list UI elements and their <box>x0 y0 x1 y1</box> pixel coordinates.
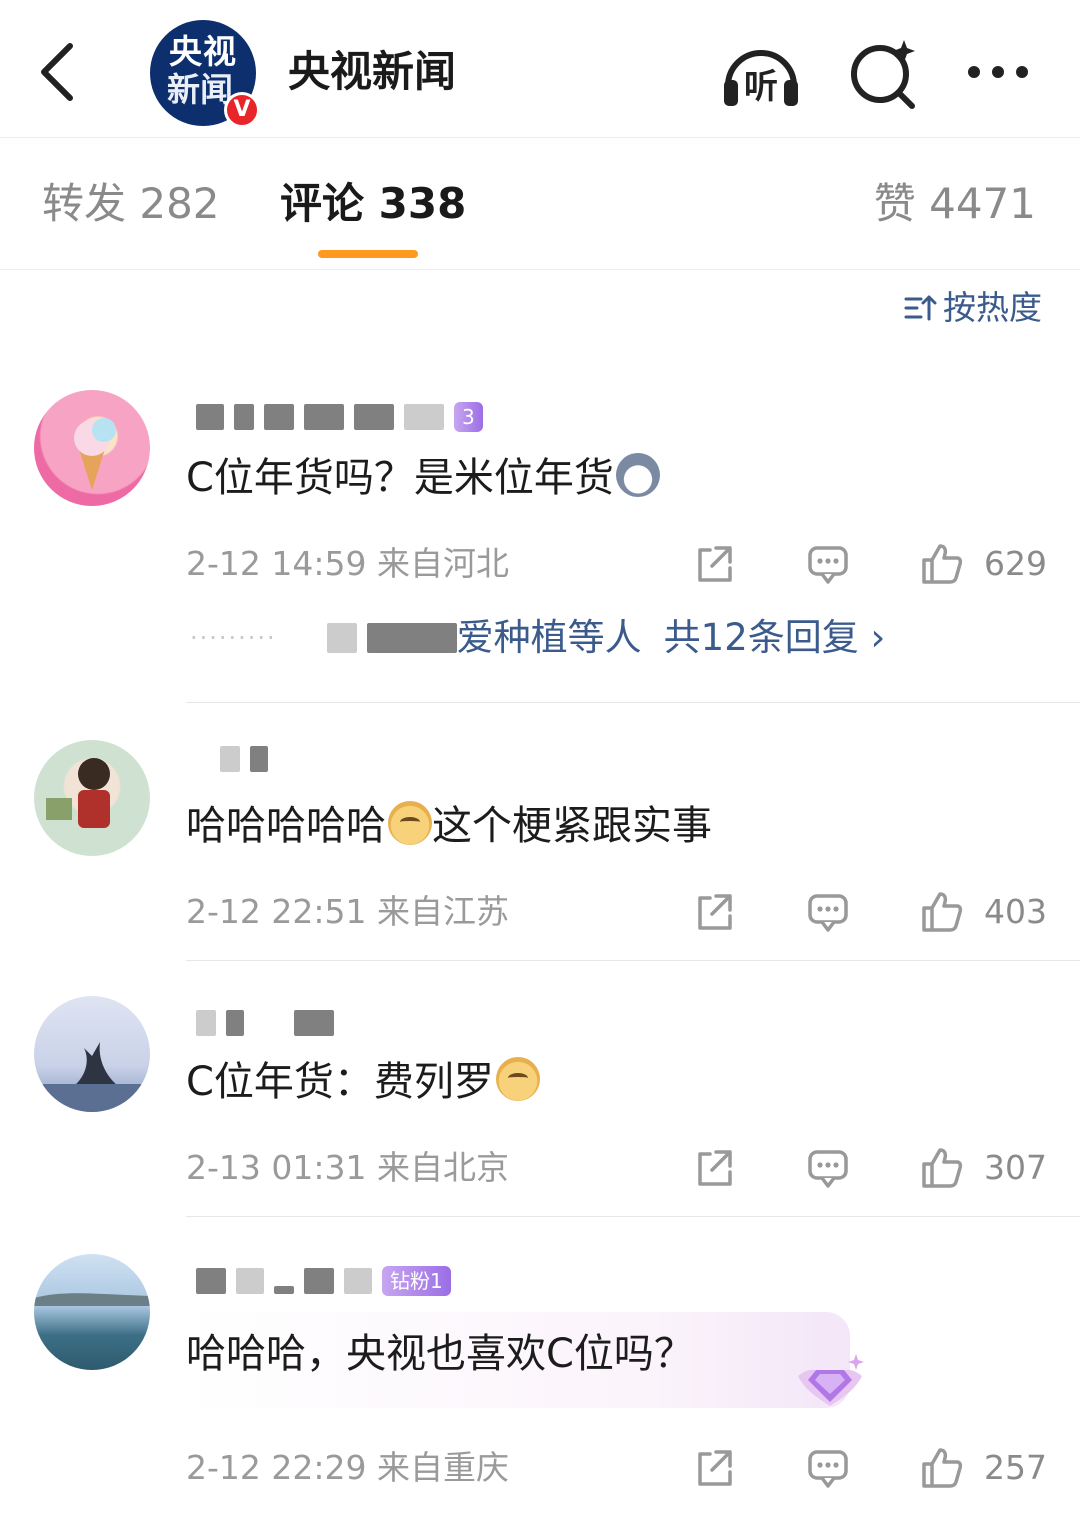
search-sparkle-icon <box>851 40 915 109</box>
share-icon[interactable] <box>692 1446 736 1490</box>
dotted-line-icon: ········· <box>190 624 277 652</box>
comment-meta: 2-13 01:31 来自北京 <box>186 1148 509 1187</box>
sort-toggle[interactable]: 按热度 <box>903 286 1042 330</box>
farmer-avatar-image <box>46 758 110 828</box>
divider <box>186 1216 1080 1217</box>
thumbs-up-icon[interactable] <box>920 890 964 934</box>
comment-meta: 2-12 14:59 来自河北 <box>186 544 509 583</box>
username-masked[interactable] <box>196 742 278 776</box>
thumbs-up-icon[interactable] <box>920 542 964 586</box>
comment-body: 哈哈哈，央视也喜欢C位吗？ <box>186 1331 694 1377</box>
top-bar: 央视 新闻 V 央视新闻 听 <box>0 0 1080 138</box>
avatar[interactable] <box>34 390 150 506</box>
replies-participants: 爱种植等人 <box>456 616 642 659</box>
reply-icon[interactable] <box>806 542 850 586</box>
account-avatar[interactable]: 央视 新闻 V <box>150 20 260 128</box>
thumbs-up-icon[interactable] <box>920 1446 964 1490</box>
page-title[interactable]: 央视新闻 <box>288 44 456 100</box>
share-icon[interactable] <box>692 1146 736 1190</box>
avatar[interactable] <box>34 740 150 856</box>
comment-text: 哈哈哈哈哈 这个梗紧跟实事 <box>186 798 712 854</box>
diamond-gem-icon <box>798 1354 864 1406</box>
sort-icon <box>904 295 937 321</box>
share-icon[interactable] <box>692 890 736 934</box>
headphones-icon: 听 <box>724 50 798 107</box>
sort-label: 按热度 <box>943 288 1042 327</box>
back-button[interactable] <box>30 36 90 108</box>
tab-repost[interactable]: 转发 282 <box>42 176 220 232</box>
listen-label: 听 <box>744 67 778 107</box>
lake-avatar-image <box>34 1293 150 1306</box>
username-masked[interactable]: 钻粉1 <box>196 1264 451 1298</box>
husky-emoji-icon <box>615 453 660 497</box>
comment-meta: 2-12 22:29 来自重庆 <box>186 1448 509 1487</box>
doge-emoji-icon <box>495 1057 540 1101</box>
divider <box>186 960 1080 961</box>
username-masked[interactable]: 3 <box>196 400 483 434</box>
comment-text: C位年货吗？是米位年货 <box>186 450 660 506</box>
search-button[interactable] <box>842 36 928 112</box>
comment-body: C位年货吗？是米位年货 <box>186 455 614 501</box>
tab-bar: 转发 282 评论 338 赞 4471 <box>0 138 1080 270</box>
reply-icon[interactable] <box>806 1446 850 1490</box>
verified-badge: V <box>224 92 260 128</box>
diamond-fan-badge: 钻粉1 <box>382 1266 451 1296</box>
view-replies-link[interactable]: 共12条回复 › <box>664 610 886 666</box>
reply-icon[interactable] <box>806 890 850 934</box>
comment-text: C位年货：费列罗 <box>186 1054 540 1110</box>
like-count: 629 <box>984 544 1047 583</box>
ice-cream-avatar-image <box>74 418 116 490</box>
divider <box>186 702 1080 703</box>
like-count: 257 <box>984 1448 1047 1487</box>
thumbs-up-icon[interactable] <box>920 1146 964 1190</box>
share-icon[interactable] <box>692 542 736 586</box>
more-button[interactable] <box>960 36 1046 112</box>
doge-emoji-icon <box>388 801 432 845</box>
fan-badge: 3 <box>454 402 483 432</box>
listen-button[interactable]: 听 <box>718 36 804 112</box>
reply-icon[interactable] <box>806 1146 850 1190</box>
avatar[interactable] <box>34 1254 150 1370</box>
like-count: 403 <box>984 892 1047 931</box>
more-dots-icon <box>968 66 1028 78</box>
whale-tail-avatar-image <box>34 1042 150 1112</box>
tab-comments[interactable]: 评论 338 <box>280 176 466 232</box>
avatar[interactable] <box>34 996 150 1112</box>
comment-meta: 2-12 22:51 来自江苏 <box>186 892 509 931</box>
comment-body: 哈哈哈哈哈 <box>186 803 386 849</box>
like-count: 307 <box>984 1148 1047 1187</box>
replies-preview[interactable]: ········· 爱种植等人 共12条回复 › <box>190 610 885 666</box>
comment-body: C位年货：费列罗 <box>186 1059 494 1105</box>
tab-likes[interactable]: 赞 4471 <box>874 176 1036 232</box>
active-tab-indicator <box>318 250 418 258</box>
comment-text: 哈哈哈，央视也喜欢C位吗？ <box>186 1326 694 1382</box>
comment-body-cont: 这个梗紧跟实事 <box>432 803 712 849</box>
logo-text-top: 央视 <box>169 32 237 71</box>
username-masked[interactable] <box>196 1006 344 1040</box>
chevron-left-icon <box>41 43 73 101</box>
